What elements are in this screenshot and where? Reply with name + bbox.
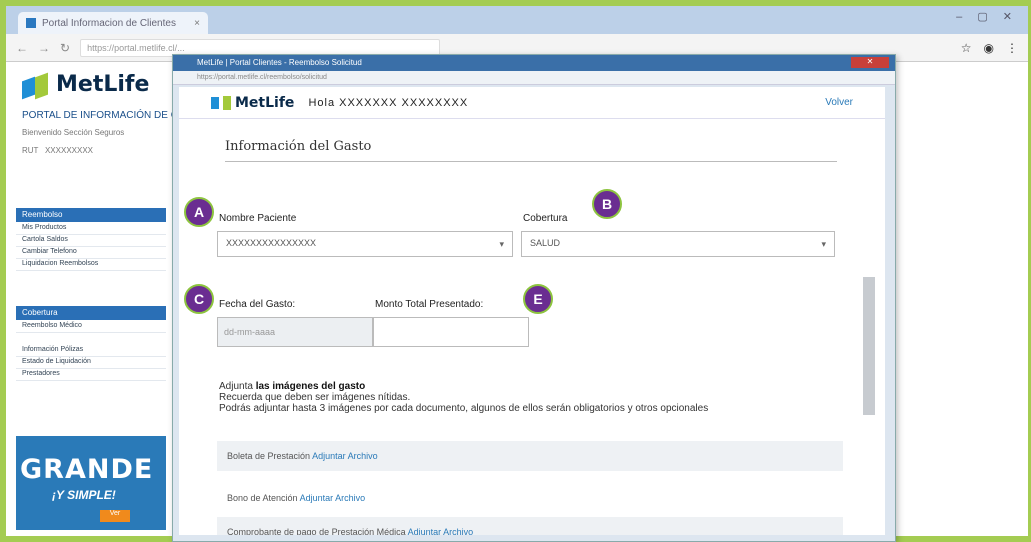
popup-title: MetLife | Portal Clientes - Reembolso So… [197, 58, 362, 67]
browser-tab-title: Portal Informacion de Clientes [42, 17, 176, 29]
menu-item[interactable]: Reembolso Médico [16, 322, 166, 333]
menu-reembolso-head[interactable]: Reembolso [16, 208, 166, 222]
popup-url: https://portal.metlife.cl/reembolso/soli… [173, 71, 895, 85]
promo-button[interactable]: Ver [100, 510, 130, 522]
popup-logo-text: MetLife [235, 94, 295, 111]
popup-logo-icon [211, 96, 219, 109]
amount-label: Monto Total Presentado: [375, 299, 484, 310]
section-divider [225, 161, 837, 162]
doc-row: Boleta de Prestación Adjuntar Archivo [217, 441, 843, 471]
popup-titlebar: MetLife | Portal Clientes - Reembolso So… [173, 55, 895, 71]
logo-text: MetLife [56, 72, 150, 97]
annotation-badge-a: A [184, 197, 214, 227]
menu-item[interactable]: Cartola Saldos [16, 236, 166, 247]
close-tab-icon[interactable]: × [194, 18, 200, 29]
date-label: Fecha del Gasto: [219, 299, 296, 310]
patient-select[interactable]: XXXXXXXXXXXXXXX ▾ [217, 231, 513, 257]
browser-tab[interactable]: Portal Informacion de Clientes × [18, 12, 208, 34]
star-icon[interactable]: ☆ [961, 41, 972, 55]
date-input[interactable]: dd-mm-aaaa [217, 317, 373, 347]
coverage-select[interactable]: SALUD ▾ [521, 231, 835, 257]
menu-icon[interactable]: ⋮ [1006, 41, 1018, 55]
portal-subtitle: Bienvenido Sección Seguros [22, 128, 125, 137]
metlife-logo[interactable]: MetLife [22, 72, 150, 99]
browser-tab-strip: Portal Informacion de Clientes × ‒ ▢ ✕ [6, 6, 1028, 34]
extension-icon[interactable]: ◉ [984, 41, 994, 55]
coverage-label: Cobertura [523, 213, 568, 224]
greeting: Hola XXXXXXX XXXXXXXX [308, 96, 469, 109]
menu-item[interactable]: Cambiar Telefono [16, 248, 166, 259]
doc-row: Bono de Atención Adjuntar Archivo [227, 493, 366, 503]
window-controls[interactable]: ‒ ▢ ✕ [956, 10, 1018, 23]
amount-input[interactable] [373, 317, 529, 347]
menu-item[interactable]: Liquidacion Reembolsos [16, 260, 166, 271]
back-link[interactable]: Volver [825, 97, 853, 108]
doc-row: Comprobante de pago de Prestación Médica… [217, 517, 843, 535]
chevron-down-icon: ▾ [499, 239, 504, 249]
attach-file-link[interactable]: Adjuntar Archivo [408, 527, 474, 535]
forward-icon[interactable]: → [38, 41, 50, 55]
promo-title: GRANDE [20, 454, 154, 485]
back-icon[interactable]: ← [16, 41, 28, 55]
annotation-badge-b: B [592, 189, 622, 219]
chevron-down-icon: ▾ [821, 239, 826, 249]
annotation-badge-e: E [523, 284, 553, 314]
metlife-logo-icon [22, 72, 50, 99]
portal-rut: RUT XXXXXXXXX [22, 146, 93, 155]
section-title: Información del Gasto [225, 139, 372, 154]
favicon-icon [26, 18, 36, 28]
popup-header: MetLife Hola XXXXXXX XXXXXXXX Volver [179, 87, 885, 119]
attach-instructions: Adjunta las imágenes del gasto Recuerda … [219, 381, 709, 414]
menu-item[interactable]: Prestadores [16, 370, 166, 381]
promo-banner[interactable]: GRANDE ¡Y SIMPLE! Ver [16, 436, 166, 530]
menu-item[interactable]: Estado de Liquidación [16, 358, 166, 369]
reload-icon[interactable]: ↻ [60, 41, 70, 55]
promo-subtitle: ¡Y SIMPLE! [52, 488, 116, 502]
attach-file-link[interactable]: Adjuntar Archivo [312, 451, 378, 461]
popup-scrollbar[interactable] [863, 277, 875, 415]
patient-label: Nombre Paciente [219, 213, 297, 224]
menu-item[interactable]: Información Pólizas [16, 346, 166, 357]
menu-cobertura-head[interactable]: Cobertura [16, 306, 166, 320]
popup-logo: MetLife [211, 95, 294, 111]
popup-close-button[interactable]: ✕ [851, 57, 889, 68]
menu-item[interactable]: Mis Productos [16, 224, 166, 235]
attach-file-link[interactable]: Adjuntar Archivo [300, 493, 366, 503]
annotation-badge-c: C [184, 284, 214, 314]
